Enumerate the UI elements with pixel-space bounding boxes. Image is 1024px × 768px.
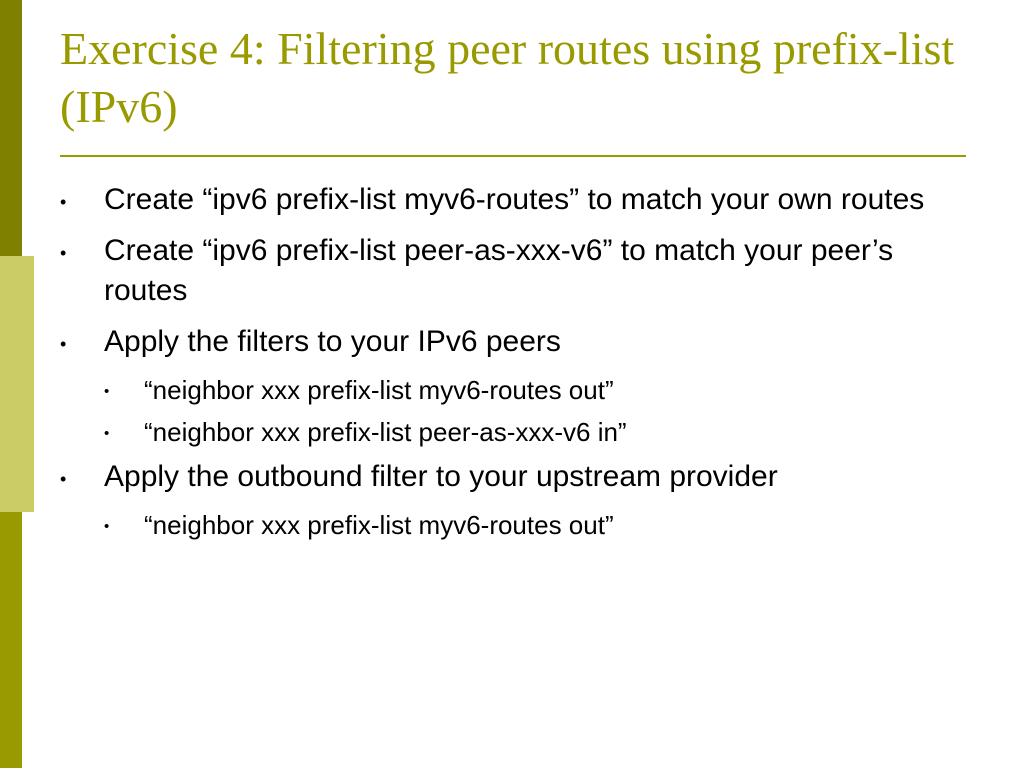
- bullet-icon: •: [104, 414, 144, 444]
- sub-list-item-text: “neighbor xxx prefix-list myv6-routes ou…: [144, 372, 980, 408]
- list-item-text: Create “ipv6 prefix-list myv6-routes” to…: [104, 180, 980, 221]
- accent-bar-mid: [0, 256, 34, 512]
- title-divider: [60, 155, 966, 157]
- sub-list-item-text: “neighbor xxx prefix-list myv6-routes ou…: [144, 507, 980, 543]
- sub-list-item: • “neighbor xxx prefix-list myv6-routes …: [104, 372, 980, 408]
- sub-list-item: • “neighbor xxx prefix-list myv6-routes …: [104, 507, 980, 543]
- list-item: • Apply the filters to your IPv6 peers: [60, 322, 980, 363]
- list-item: • Apply the outbound filter to your upst…: [60, 457, 980, 498]
- bullet-icon: •: [60, 457, 104, 491]
- list-item-text: Create “ipv6 prefix-list peer-as-xxx-v6”…: [104, 231, 980, 312]
- list-item: • Create “ipv6 prefix-list myv6-routes” …: [60, 180, 980, 221]
- list-item-text: Apply the filters to your IPv6 peers: [104, 322, 980, 363]
- slide: Exercise 4: Filtering peer routes using …: [0, 0, 1024, 768]
- bullet-icon: •: [60, 180, 104, 214]
- bullet-icon: •: [60, 231, 104, 265]
- sub-list-item: • “neighbor xxx prefix-list peer-as-xxx-…: [104, 414, 980, 450]
- slide-title: Exercise 4: Filtering peer routes using …: [60, 20, 960, 135]
- accent-bar-bottom: [0, 512, 22, 768]
- bullet-icon: •: [104, 372, 144, 402]
- bullet-icon: •: [104, 507, 144, 537]
- sub-list-item-text: “neighbor xxx prefix-list peer-as-xxx-v6…: [144, 414, 980, 450]
- list-item-text: Apply the outbound filter to your upstre…: [104, 457, 980, 498]
- accent-bar-top: [0, 0, 22, 256]
- list-item: • Create “ipv6 prefix-list peer-as-xxx-v…: [60, 231, 980, 312]
- slide-body: • Create “ipv6 prefix-list myv6-routes” …: [60, 180, 980, 550]
- bullet-icon: •: [60, 322, 104, 356]
